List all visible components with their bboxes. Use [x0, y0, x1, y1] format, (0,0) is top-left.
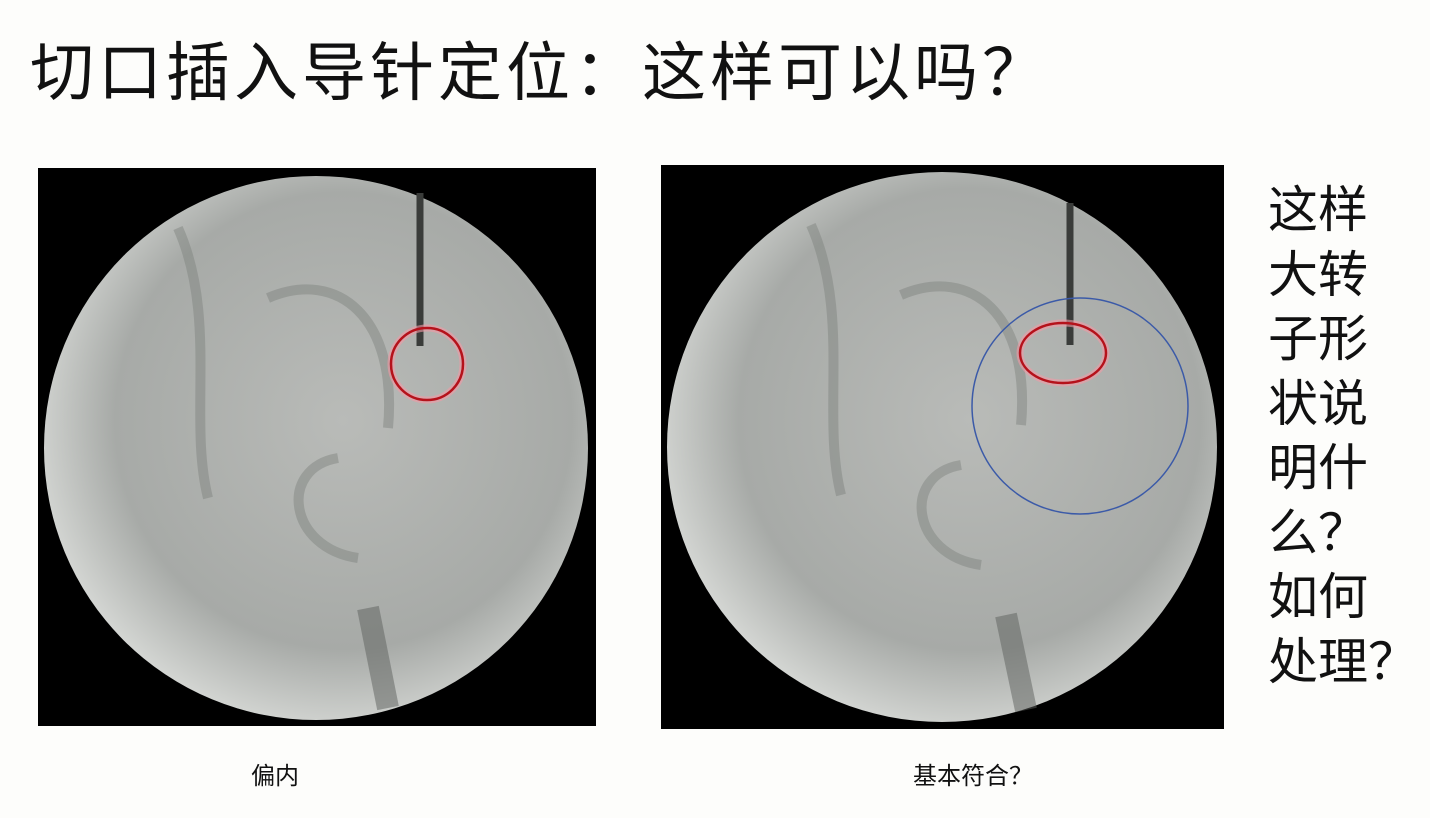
- caption-right: 基本符合？: [913, 762, 1033, 790]
- side-question-line: 处理？: [1268, 632, 1418, 691]
- side-question-line: 状说: [1268, 374, 1368, 433]
- caption-left: 偏内: [251, 762, 299, 790]
- side-question-line: 么？: [1268, 503, 1368, 562]
- side-question-line: 如何: [1268, 568, 1368, 626]
- xray-image-acceptable: [661, 165, 1224, 729]
- side-question: 这样 大转 子形 状说 明什 么？ 如何 处理？: [1268, 178, 1418, 694]
- side-question-line: 大转: [1268, 245, 1368, 304]
- side-question-line: 这样: [1268, 181, 1368, 239]
- xray-image-medial: [38, 168, 596, 726]
- slide-title: 切口插入导针定位：这样可以吗？: [30, 37, 1050, 111]
- side-question-line: 子形: [1268, 310, 1368, 368]
- side-question-line: 明什: [1268, 439, 1368, 497]
